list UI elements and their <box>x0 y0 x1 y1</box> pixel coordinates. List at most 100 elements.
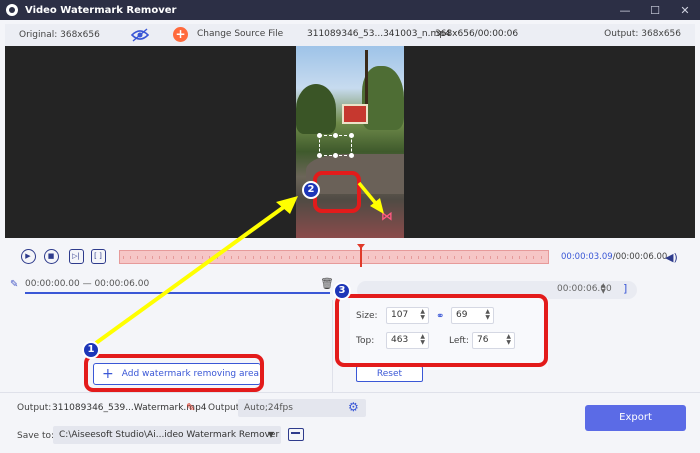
timeline-tick <box>540 256 542 259</box>
loop-button[interactable]: [ ] <box>91 249 106 264</box>
timeline-tick <box>519 256 520 259</box>
timeline-tick <box>461 256 463 259</box>
timeline-tick <box>511 256 513 259</box>
resize-handle[interactable] <box>317 153 322 158</box>
timeline-tick <box>483 256 484 259</box>
timeline-tick <box>187 256 189 259</box>
timeline-tick <box>245 256 247 259</box>
window-controls: — ☐ ✕ <box>610 0 700 20</box>
timeline-tick <box>252 256 254 259</box>
gear-icon[interactable]: ⚙ <box>348 400 359 414</box>
timeline-tick <box>281 256 283 259</box>
bracket-end-icon[interactable]: ] <box>623 282 627 295</box>
stop-icon: ■ <box>47 252 55 260</box>
timeline-tick <box>382 256 384 259</box>
save-to-label: Save to: <box>17 431 55 441</box>
title-bar: Video Watermark Remover — ☐ ✕ <box>0 0 700 20</box>
export-button[interactable]: Export <box>585 405 686 431</box>
resize-handle[interactable] <box>333 133 338 138</box>
play-icon: ▶ <box>25 252 31 260</box>
timeline-tick <box>403 256 405 259</box>
timeline-tick <box>295 256 297 259</box>
output-file-name: 311089346_539...Watermark.mp4 <box>52 403 207 413</box>
change-source-button[interactable]: Change Source File <box>197 29 283 39</box>
source-file-name: 311089346_53...341003_n.mp4 <box>307 29 451 39</box>
volume-icon[interactable]: ◀) <box>665 251 678 264</box>
play-button[interactable]: ▶ <box>21 249 36 264</box>
trash-icon[interactable]: 🗑 <box>320 277 334 290</box>
timeline-tick <box>439 256 441 259</box>
change-source-plus-icon[interactable]: + <box>173 27 188 42</box>
timeline-tick <box>195 256 196 259</box>
loop-icon: [ ] <box>94 252 102 260</box>
timeline-tick <box>238 256 240 259</box>
stop-button[interactable]: ■ <box>44 249 59 264</box>
source-info-bar: Original: 368x656 + Change Source File 3… <box>5 24 695 46</box>
timeline-tick <box>231 256 232 259</box>
highlight-box-settings <box>335 294 548 367</box>
spinner-arrows-icon[interactable]: ▲ ▼ <box>601 283 606 295</box>
resize-handle[interactable] <box>349 153 354 158</box>
timeline-tick <box>339 256 340 259</box>
chevron-down-icon[interactable]: ▼ <box>268 426 274 444</box>
maximize-button[interactable]: ☐ <box>640 0 670 20</box>
export-settings: Output: 311089346_539...Watermark.mp4 ✎ … <box>0 392 700 453</box>
timeline-tick <box>346 256 348 259</box>
video-scene-tree <box>362 66 404 130</box>
timeline-track[interactable] <box>119 250 549 264</box>
save-path-value: C:\Aiseesoft Studio\Ai...ideo Watermark … <box>59 430 280 440</box>
timeline-tick <box>418 256 420 259</box>
step-badge-2: 2 <box>302 181 320 199</box>
timeline-tick <box>267 256 268 259</box>
timeline-tick <box>425 256 427 259</box>
timeline-tick <box>411 256 412 259</box>
total-time: /00:00:06.00 <box>612 252 668 262</box>
timeline-tick <box>317 256 319 259</box>
next-frame-icon: ▷| <box>72 252 80 260</box>
highlight-box-selection <box>313 171 361 213</box>
next-frame-button[interactable]: ▷| <box>69 249 84 264</box>
timeline-tick <box>475 256 477 259</box>
timeline-tick <box>432 256 434 259</box>
original-resolution: Original: 368x656 <box>19 30 100 40</box>
timeline-tick <box>288 256 290 259</box>
resize-handle[interactable] <box>333 153 338 158</box>
timeline-tick <box>123 256 124 259</box>
playhead-marker[interactable] <box>357 244 365 267</box>
output-resolution: Output: 368x656 <box>604 29 681 39</box>
timeline-tick <box>209 256 211 259</box>
timeline-tick <box>367 256 369 259</box>
timeline-tick <box>259 256 261 259</box>
timeline-tick <box>331 256 333 259</box>
segment-time-range: 00:00:00.00 — 00:00:06.00 <box>25 279 150 289</box>
timeline-tick <box>547 256 549 259</box>
timeline-tick <box>130 256 132 259</box>
timeline-tick <box>533 256 535 259</box>
timeline-tick <box>454 256 456 259</box>
current-time: 00:00:03.09 <box>561 252 613 262</box>
reset-button[interactable]: Reset <box>356 366 423 382</box>
timeline-tick <box>223 256 225 259</box>
segment-duration-bar[interactable] <box>25 292 330 294</box>
output-format-field[interactable]: Auto;24fps <box>238 399 366 417</box>
save-path-select[interactable]: C:\Aiseesoft Studio\Ai...ideo Watermark … <box>53 426 281 444</box>
minimize-button[interactable]: — <box>610 0 640 20</box>
close-button[interactable]: ✕ <box>670 0 700 20</box>
watermark-logo-icon: ⋈ <box>381 209 393 223</box>
eye-icon[interactable] <box>131 28 149 42</box>
timeline-tick <box>159 256 160 259</box>
folder-icon[interactable] <box>288 428 304 441</box>
timeline-tick <box>490 256 492 259</box>
timeline-tick <box>274 256 276 259</box>
timeline-tick <box>504 256 506 259</box>
resize-handle[interactable] <box>349 133 354 138</box>
edit-pencil-icon[interactable]: ✎ <box>186 401 195 414</box>
step-badge-1: 1 <box>82 341 100 359</box>
timeline-tick <box>166 256 168 259</box>
playback-time: 00:00:03.09/00:00:06.00 <box>561 252 667 262</box>
timeline-tick <box>389 256 391 259</box>
app-logo-icon <box>6 4 18 16</box>
watermark-selection-box[interactable] <box>317 133 354 158</box>
step-badge-3: 3 <box>333 282 351 300</box>
resize-handle[interactable] <box>317 133 322 138</box>
